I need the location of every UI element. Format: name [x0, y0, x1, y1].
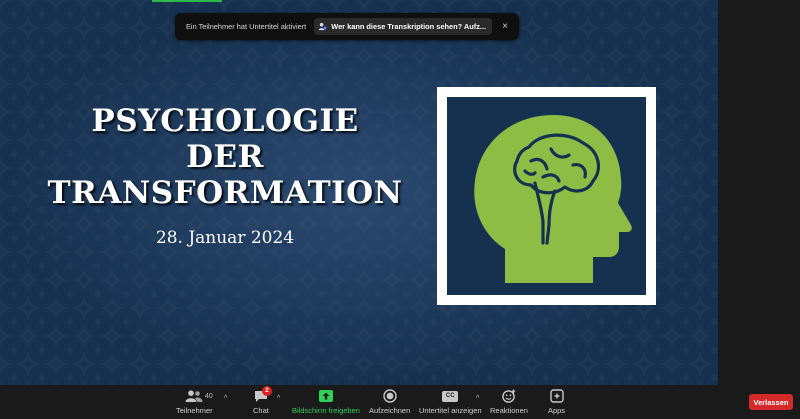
show-captions-label: Untertitel anzeigen	[419, 406, 482, 415]
meeting-toolbar: Teilnehmer 40 ^ 2 Chat ^ Bildschirm frei…	[0, 385, 800, 419]
caption-notification-text: Ein Teilnehmer hat Untertitel aktiviert	[186, 22, 307, 31]
apps-icon	[549, 389, 564, 403]
transcript-visibility-link-label: Wer kann diese Transkription sehen? Aufz…	[331, 22, 487, 31]
participants-caret-icon[interactable]: ^	[224, 395, 227, 402]
chat-icon: 2	[254, 386, 272, 403]
record-label: Aufzeichnen	[369, 406, 411, 415]
captions-icon: CC	[442, 389, 459, 403]
record-icon	[382, 389, 397, 403]
apps-label: Apps	[548, 406, 566, 415]
captions-caret-icon[interactable]: ^	[476, 395, 479, 402]
shared-screen: Ein Teilnehmer hat Untertitel aktiviert …	[0, 0, 718, 385]
slide-title-line-2: DER	[186, 139, 264, 175]
slide-date: 28. Januar 2024	[155, 228, 295, 248]
share-screen-icon	[318, 389, 333, 403]
participants-icon	[185, 389, 203, 403]
reactions-label: Reaktionen	[490, 406, 528, 415]
participants-label: Teilnehmer	[176, 406, 213, 415]
head-brain-icon	[474, 115, 632, 283]
leave-meeting-button[interactable]: Verlassen	[749, 394, 793, 410]
slide-image-background	[447, 97, 646, 295]
record-button[interactable]: Aufzeichnen	[369, 389, 410, 415]
show-captions-button[interactable]: CC Untertitel anzeigen	[419, 389, 482, 415]
chat-unread-badge: 2	[261, 386, 272, 396]
chat-label: Chat	[253, 406, 269, 415]
slide-image-frame	[437, 87, 656, 305]
chat-button[interactable]: 2 Chat	[253, 386, 272, 415]
participants-count: 40	[205, 393, 213, 400]
person-info-icon	[318, 22, 327, 31]
reactions-button[interactable]: Reaktionen	[490, 389, 528, 415]
close-icon[interactable]: ×	[502, 21, 508, 32]
transcript-visibility-link[interactable]: Wer kann diese Transkription sehen? Aufz…	[314, 18, 493, 35]
slide-title-line-3: TRANSFORMATION	[47, 175, 403, 211]
caption-notification-banner: Ein Teilnehmer hat Untertitel aktiviert …	[175, 13, 519, 40]
slide-title: PSYCHOLOGIE DER TRANSFORMATION	[30, 103, 420, 211]
apps-button[interactable]: Apps	[548, 389, 565, 415]
chat-caret-icon[interactable]: ^	[277, 395, 280, 402]
right-gutter	[718, 0, 800, 385]
share-screen-label: Bildschirm freigeben	[292, 406, 360, 415]
slide-title-line-1: PSYCHOLOGIE	[91, 103, 359, 139]
reactions-icon	[502, 389, 516, 403]
share-screen-button[interactable]: Bildschirm freigeben	[292, 389, 360, 415]
screen-share-indicator	[152, 0, 222, 2]
